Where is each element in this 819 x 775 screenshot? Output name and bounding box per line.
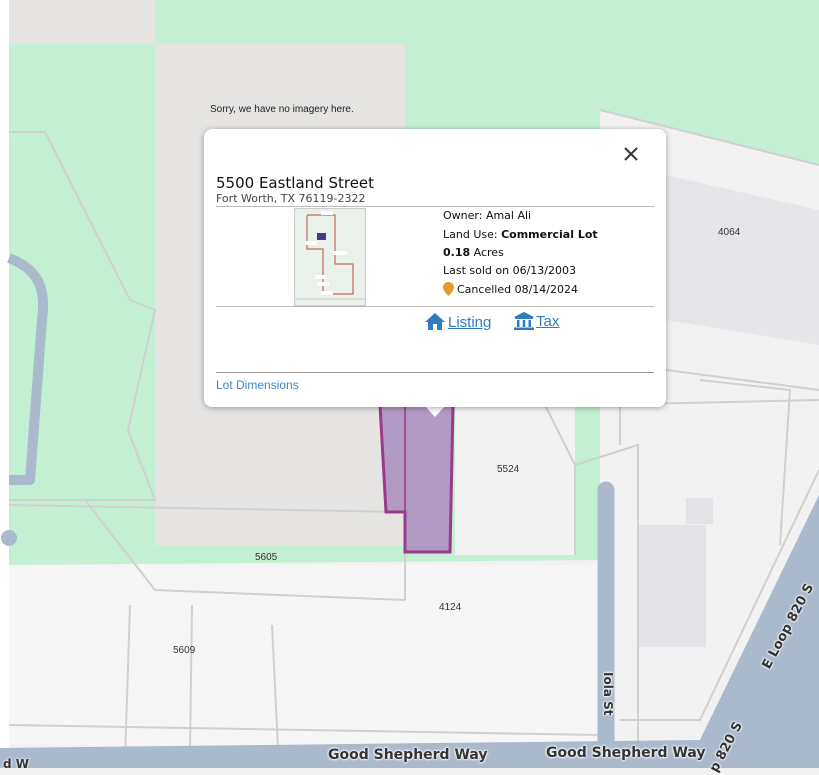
close-icon[interactable]	[618, 141, 644, 167]
owner-label: Owner:	[443, 209, 483, 222]
gray-area	[9, 0, 155, 44]
land-use-value: Commercial Lot	[501, 228, 598, 241]
parcel-number-label: 4124	[439, 602, 462, 613]
lot-dimensions-link[interactable]: Lot Dimensions	[216, 378, 299, 392]
tax-label[interactable]: Tax	[536, 313, 559, 330]
owner-row: Owner: Amal Ali	[443, 209, 531, 222]
parcel-thumbnail[interactable]	[294, 208, 366, 306]
tax-link[interactable]: Tax	[514, 312, 559, 330]
parcel-number-label: 5524	[497, 464, 520, 475]
acres-row: 0.18 Acres	[443, 246, 504, 259]
parcel-number-label: 4064	[718, 227, 741, 238]
map-pin-icon	[443, 282, 454, 296]
divider	[216, 306, 654, 307]
status-text: Cancelled 08/14/2024	[457, 282, 578, 296]
listing-label[interactable]: Listing	[448, 314, 491, 331]
parcel-number-label: 5609	[173, 645, 196, 656]
property-address: 5500 Eastland Street	[216, 174, 375, 192]
acres-unit: Acres	[473, 246, 504, 259]
land-use-row: Land Use: Commercial Lot	[443, 228, 598, 241]
divider	[216, 372, 654, 373]
street-label-good-shepherd-way: Good Shepherd Way	[328, 747, 488, 763]
property-city: Fort Worth, TX 76119-2322	[216, 192, 366, 205]
last-sold: Last sold on 06/13/2003	[443, 264, 577, 277]
no-imagery-message: Sorry, we have no imagery here.	[210, 104, 354, 115]
acres-value: 0.18	[443, 246, 471, 259]
land-use-label: Land Use:	[443, 228, 498, 241]
property-popup: 5500 Eastland Street Fort Worth, TX 7611…	[204, 129, 666, 407]
listing-link[interactable]: Listing	[424, 312, 491, 331]
owner-value: Amal Ali	[485, 209, 532, 222]
street-label-good-shepherd-way: Good Shepherd Way	[546, 745, 706, 761]
street-label-left-edge: d W	[3, 757, 30, 771]
street-label-iola-st: Iola St	[601, 672, 615, 716]
close-button[interactable]	[618, 141, 644, 167]
status-row: Cancelled 08/14/2024	[443, 282, 578, 296]
home-icon	[425, 313, 445, 330]
parcel-number-label: 5605	[255, 552, 278, 563]
bank-icon	[514, 312, 534, 330]
divider	[216, 206, 654, 207]
